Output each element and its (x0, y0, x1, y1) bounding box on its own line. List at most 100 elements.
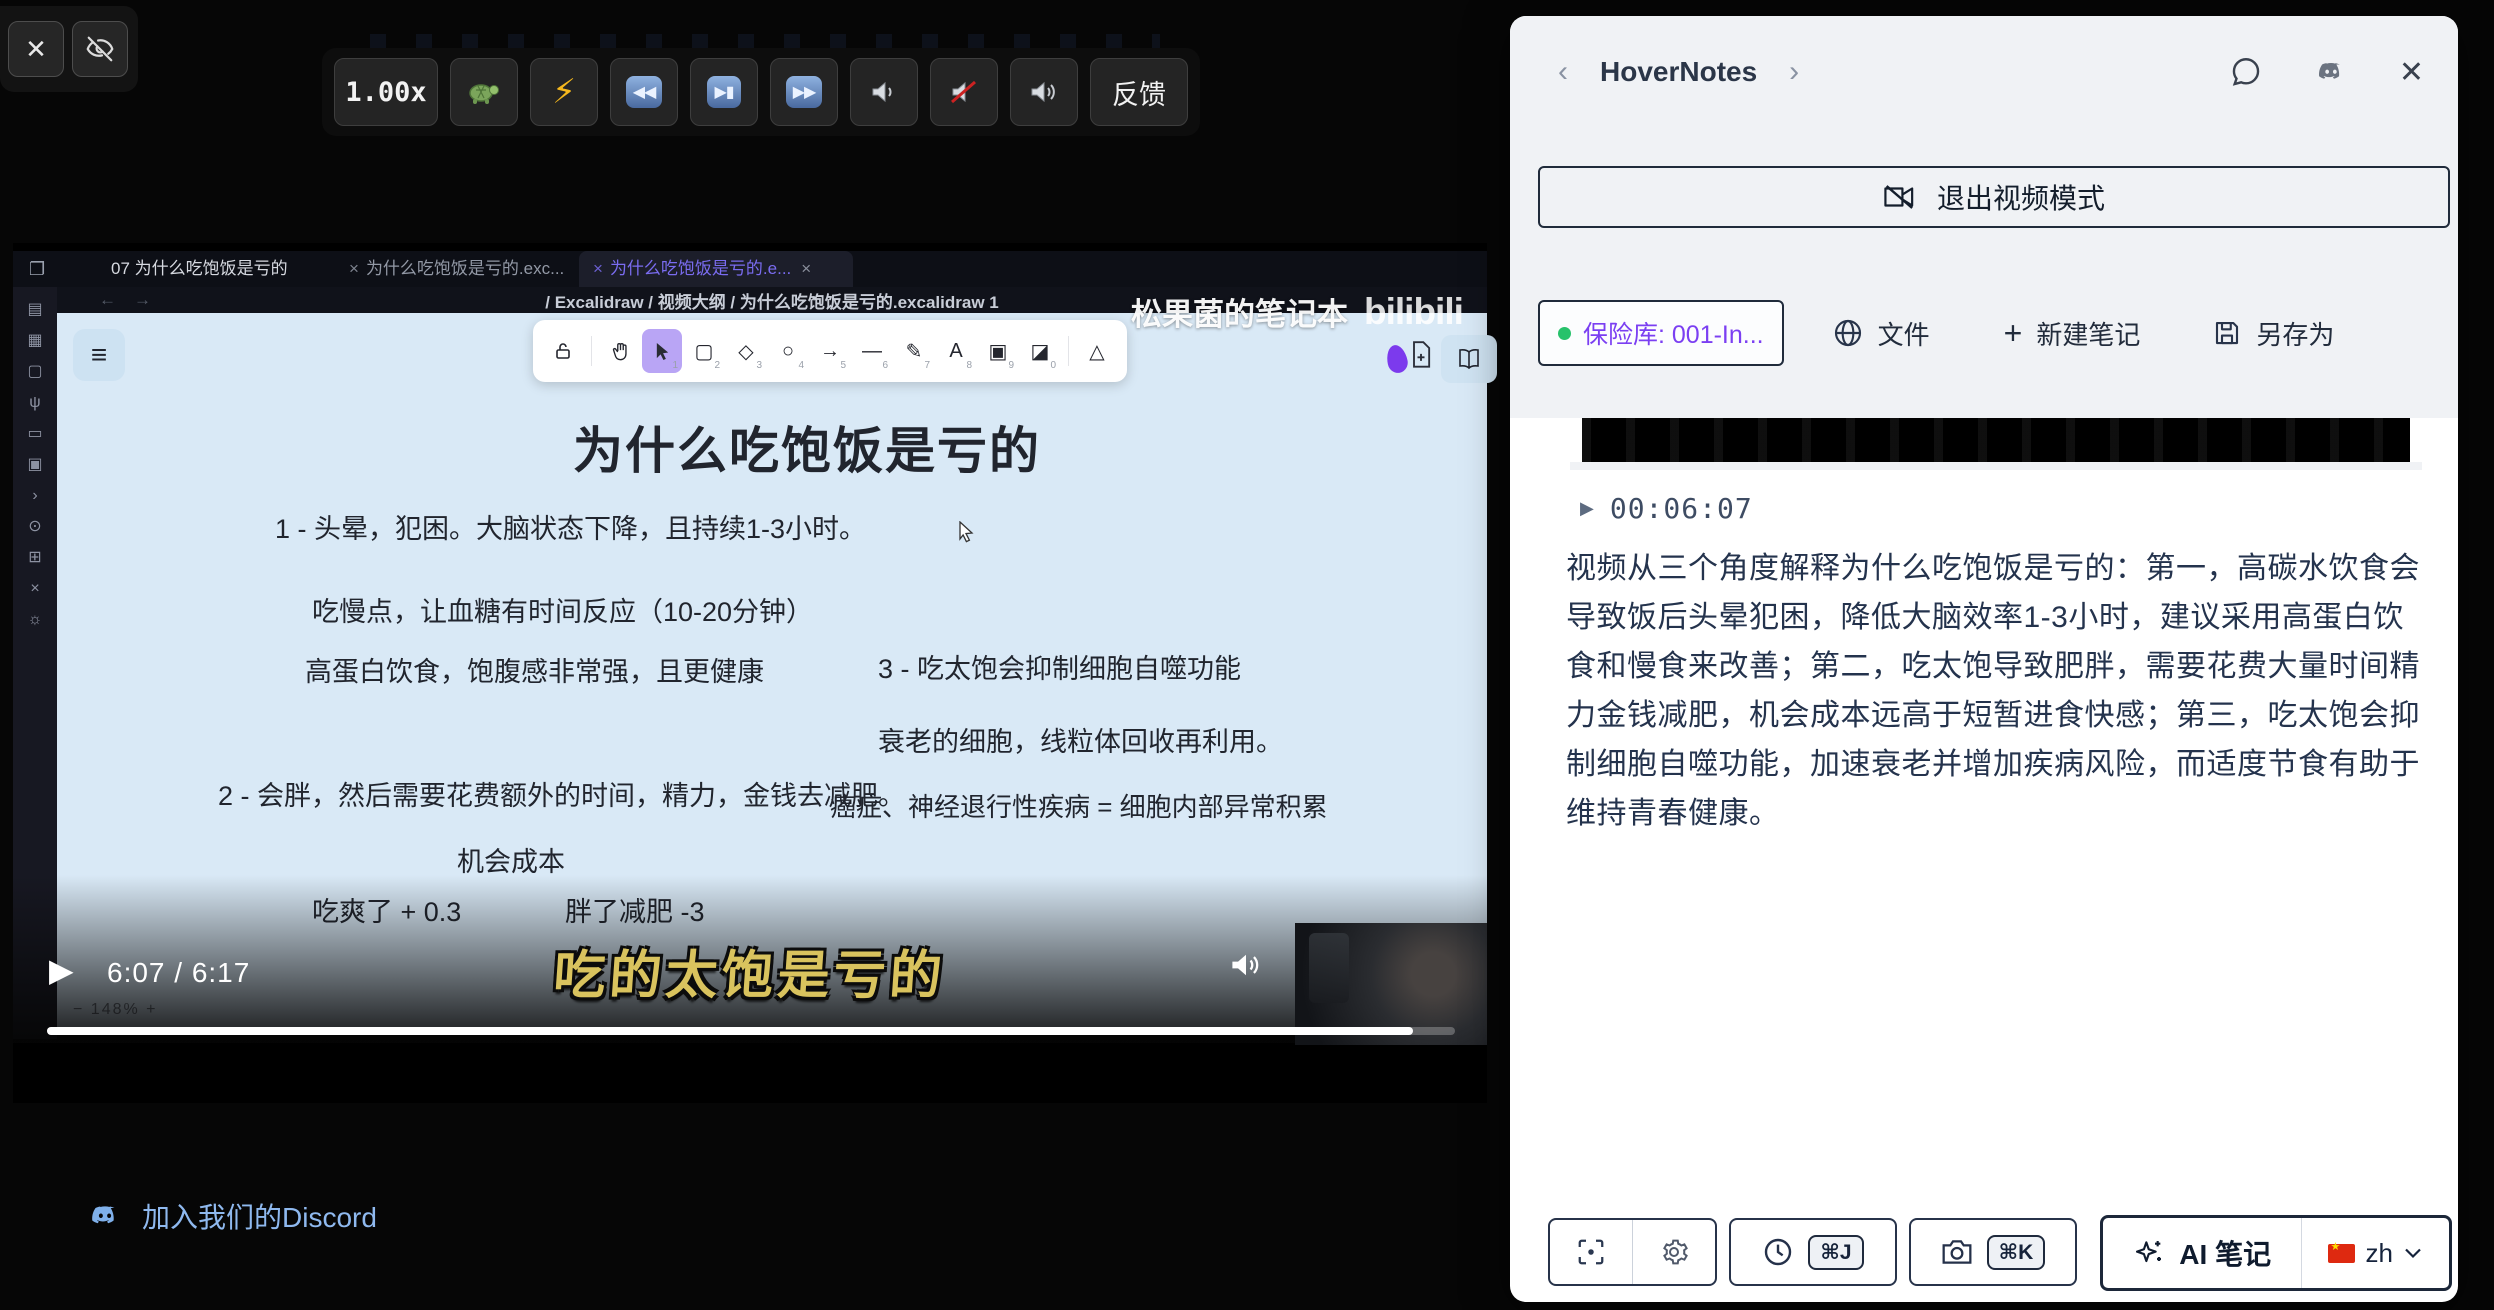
save-icon (2212, 318, 2242, 348)
volume-down-button[interactable] (850, 58, 918, 126)
library-button (1441, 335, 1497, 383)
tab-label: 为什么吃饱饭是亏的.exc... (366, 259, 564, 278)
video-time-display: 6:07 / 6:17 (107, 957, 250, 989)
close-overlay-button[interactable]: ✕ (8, 21, 64, 77)
vault-status-dot (1558, 327, 1571, 340)
ai-note-group: AI 笔记 zh (2100, 1215, 2452, 1291)
slow-down-button[interactable] (450, 58, 518, 126)
cn-flag-icon (2328, 1244, 2355, 1263)
canvas-note: 癌症、神经退行性疾病 = 细胞内部异常积累 (830, 787, 1328, 824)
next-button[interactable]: ▶▶ (770, 58, 838, 126)
tool-key: 5 (840, 360, 846, 371)
skip-back-icon: ◀◀ (626, 76, 663, 108)
focus-icon (1576, 1237, 1606, 1267)
save-as-button[interactable]: 另存为 (2212, 315, 2334, 352)
play-pause-icon: ▶▮ (707, 76, 740, 108)
tool-key: 2 (714, 360, 720, 371)
speed-up-button[interactable]: ⚡ (530, 58, 598, 126)
speaker-high-icon (1029, 78, 1059, 106)
nav-back-button[interactable]: ‹ (1554, 55, 1572, 89)
copy-icon: ▣ (27, 456, 42, 474)
canvas-note: 高蛋白饮食，饱腹感非常强，且更健康 (305, 650, 764, 689)
files-button[interactable]: 文件 (1832, 315, 1930, 352)
stacked-panes-icon: ❐ (29, 259, 45, 280)
new-note-button[interactable]: + 新建笔记 (2004, 315, 2141, 352)
chevron-down-icon (2403, 1246, 2423, 1260)
watermark-text: 松果菌的笔记本 (1131, 289, 1348, 334)
text-icon: A (949, 340, 962, 363)
rectangle-icon: ▢ (695, 339, 714, 364)
mouse-cursor (955, 521, 977, 543)
nav-forward-button[interactable]: › (1785, 55, 1803, 89)
feedback-button[interactable]: 反馈 (1090, 58, 1188, 126)
tab-label: 为什么吃饱饭是亏的.e... (610, 259, 791, 278)
video-progress-bar[interactable] (47, 1027, 1455, 1035)
line-icon: — (862, 340, 882, 363)
cursor-icon (654, 342, 671, 361)
obsidian-tab-bar: ❐ 07 为什么吃饱饭是亏的 ×为什么吃饱饭是亏的.exc... ×为什么吃饱饭… (13, 251, 1487, 288)
turtle-icon (465, 77, 503, 107)
hovernotes-panel: ‹ HoverNotes › ✕ 退出视频模式 保险库: 001-In... 文… (1510, 16, 2458, 1302)
outline-icon: ▤ (27, 301, 42, 319)
book-icon (1456, 348, 1482, 370)
image-icon: ▣ (989, 339, 1008, 364)
excalidraw-menu-button: ≡ (73, 329, 125, 381)
panel-close-button[interactable]: ✕ (2399, 55, 2424, 90)
canvas-note: 机会成本 (457, 840, 565, 879)
ai-note-button[interactable]: AI 笔记 (2103, 1218, 2301, 1288)
globe-icon (1832, 317, 1864, 349)
canvas-note: 3 - 吃太饱会抑制细胞自噬功能 (878, 647, 1241, 686)
diamond-icon: ◇ (738, 339, 753, 364)
exit-video-mode-button[interactable]: 退出视频模式 (1538, 166, 2450, 228)
mute-button[interactable] (930, 58, 998, 126)
tool-key: 4 (798, 360, 804, 371)
panel-title: HoverNotes (1600, 56, 1757, 88)
new-drawing-button (1409, 341, 1433, 376)
discord-link-label: 加入我们的Discord (142, 1196, 377, 1236)
toolbar-divider (1068, 336, 1069, 366)
language-value: zh (2365, 1238, 2392, 1269)
purple-laser-indicator (1384, 343, 1409, 375)
timestamp-value: 00:06:07 (1610, 492, 1753, 525)
video-player[interactable]: ❐ 07 为什么吃饱饭是亏的 ×为什么吃饱饭是亏的.exc... ×为什么吃饱饭… (13, 243, 1487, 1103)
screenshot-shortcut-group[interactable]: ⌘K (1909, 1218, 2077, 1286)
thumbnail-underline (1570, 462, 2422, 470)
language-selector[interactable]: zh (2301, 1218, 2449, 1288)
tool-key: 0 (1050, 360, 1056, 371)
files-label: 文件 (1878, 315, 1930, 352)
calendar-icon: ▭ (27, 425, 42, 443)
tool-key: 7 (924, 360, 930, 371)
rectangle-tool: ▢2 (684, 329, 724, 373)
excalidraw-toolbar: 1 ▢2 ◇3 ○4 →5 —6 ✎7 A8 ▣9 ◪0 △ (533, 320, 1127, 382)
volume-up-button[interactable] (1010, 58, 1078, 126)
timestamp-row[interactable]: ▶ 00:06:07 (1580, 492, 1753, 525)
hamburger-icon: ≡ (91, 339, 107, 371)
discord-button[interactable] (2313, 58, 2349, 86)
hide-overlay-button[interactable] (72, 21, 128, 77)
note-text[interactable]: 视频从三个角度解释为什么吃饱饭是亏的：第一，高碳水饮食会导致饭后头晕犯困，降低大… (1566, 544, 2428, 838)
chat-button[interactable] (2229, 55, 2263, 89)
shortcut-j-keycap: ⌘J (1808, 1235, 1863, 1270)
vault-selector[interactable]: 保险库: 001-In... (1538, 300, 1784, 366)
canvas-note: 1 - 头晕，犯困。大脑状态下降，且持续1-3小时。 (275, 507, 866, 546)
video-volume-button[interactable] (1229, 949, 1263, 986)
new-note-label: 新建笔记 (2036, 315, 2140, 352)
layout-icon: ⊞ (28, 549, 41, 567)
graph-icon: ψ (29, 394, 40, 412)
timestamp-shortcut-group[interactable]: ⌘J (1729, 1218, 1897, 1286)
play-pause-button[interactable]: ▶▮ (690, 58, 758, 126)
discord-link[interactable]: 加入我们的Discord (86, 1196, 377, 1236)
settings-button[interactable] (1632, 1220, 1715, 1284)
eraser-icon: ◪ (1031, 339, 1050, 364)
eraser-tool: ◪0 (1020, 329, 1060, 373)
lock-tool (543, 329, 583, 373)
video-play-button[interactable]: ▶ (49, 951, 74, 989)
tool-key: 3 (756, 360, 762, 371)
previous-button[interactable]: ◀◀ (610, 58, 678, 126)
app-root: ✕ 1.00x ⚡ ◀◀ ▶▮ ▶▶ (0, 0, 2494, 1310)
speed-indicator[interactable]: 1.00x (334, 58, 438, 126)
obsidian-tab-3-active: ×为什么吃饱饭是亏的.e...× (579, 251, 853, 287)
excalidraw-file-icon: × (593, 259, 603, 278)
arrow-icon: → (820, 340, 840, 363)
focus-capture-button[interactable] (1550, 1220, 1632, 1284)
